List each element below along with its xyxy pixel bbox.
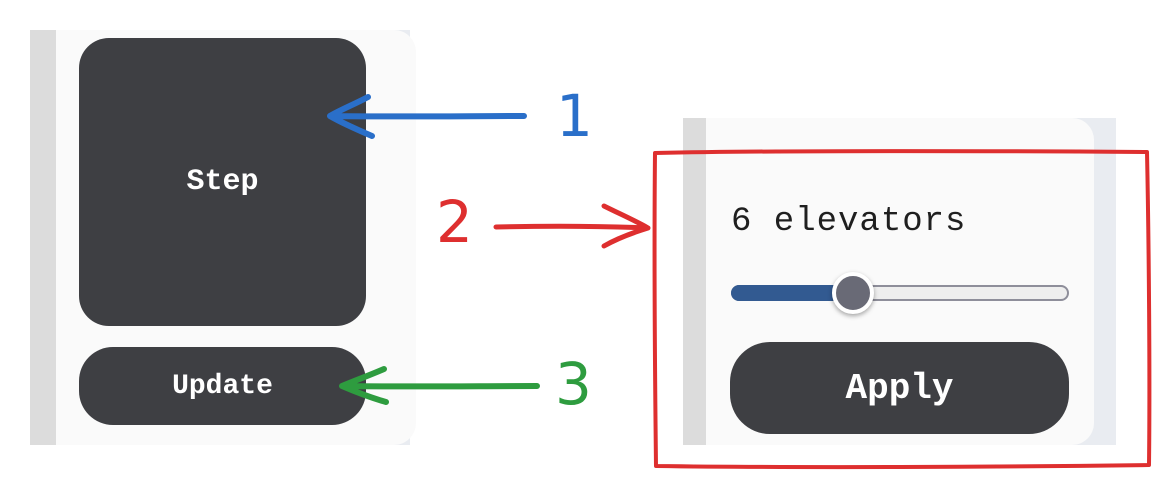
apply-button[interactable]: Apply xyxy=(730,342,1069,434)
elevator-count-label: 6 elevators xyxy=(731,203,967,241)
annotation-label-1: 1 xyxy=(556,82,593,150)
annotation-label-3: 3 xyxy=(555,350,592,418)
annotation-label-2: 2 xyxy=(436,188,473,256)
slider-thumb[interactable] xyxy=(831,272,874,314)
update-button[interactable]: Update xyxy=(79,347,366,425)
step-button[interactable]: Step xyxy=(79,38,366,326)
elevator-slider[interactable] xyxy=(731,272,1069,314)
annotation-arrow-2: 2 xyxy=(436,188,651,256)
left-panel-rail xyxy=(30,30,56,445)
right-panel-rail xyxy=(683,118,706,445)
